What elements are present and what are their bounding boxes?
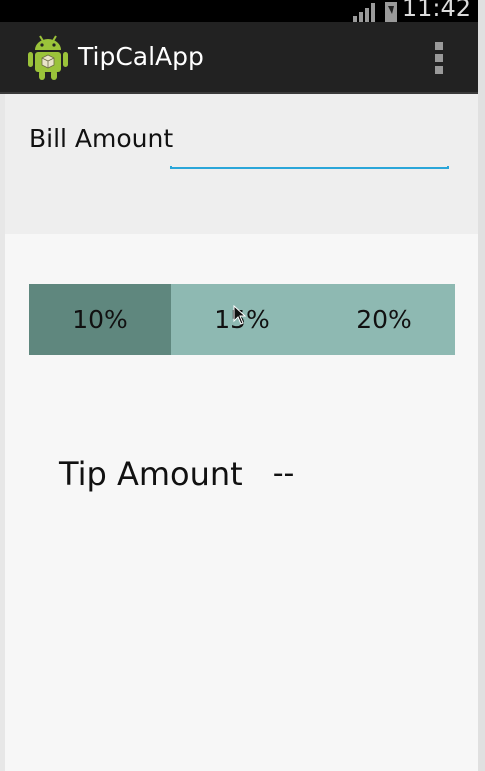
torn-edge-divider xyxy=(5,212,478,232)
signal-icon xyxy=(353,2,377,22)
android-robot-icon[interactable] xyxy=(26,34,70,82)
status-icons xyxy=(353,0,397,22)
battery-charging-icon xyxy=(385,2,397,22)
tip-amount-label: Tip Amount xyxy=(59,455,243,493)
window-edge xyxy=(478,0,485,771)
tip-option-10[interactable]: 10% xyxy=(29,284,171,355)
tip-option-20[interactable]: 20% xyxy=(313,284,455,355)
overflow-dot xyxy=(435,66,443,74)
mouse-cursor-icon xyxy=(233,305,247,325)
overflow-dot xyxy=(435,54,443,62)
tip-amount-row: Tip Amount -- xyxy=(59,454,294,494)
action-bar: TipCalApp xyxy=(0,22,485,94)
bill-input-underline xyxy=(170,166,449,169)
bill-amount-label: Bill Amount xyxy=(29,124,174,153)
app-window: 11:42 TipCalApp Bill Amount 10% 20% Tip … xyxy=(0,0,485,771)
status-bar: 11:42 xyxy=(0,0,485,22)
overflow-menu-button[interactable] xyxy=(433,42,445,74)
overflow-dot xyxy=(435,42,443,50)
bill-amount-input[interactable] xyxy=(170,134,449,168)
app-title: TipCalApp xyxy=(78,42,204,71)
status-time: 11:42 xyxy=(401,0,471,22)
main-content: Bill Amount 10% 15% 20% Tip Amount -- xyxy=(5,94,478,771)
tip-amount-value: -- xyxy=(272,456,295,491)
